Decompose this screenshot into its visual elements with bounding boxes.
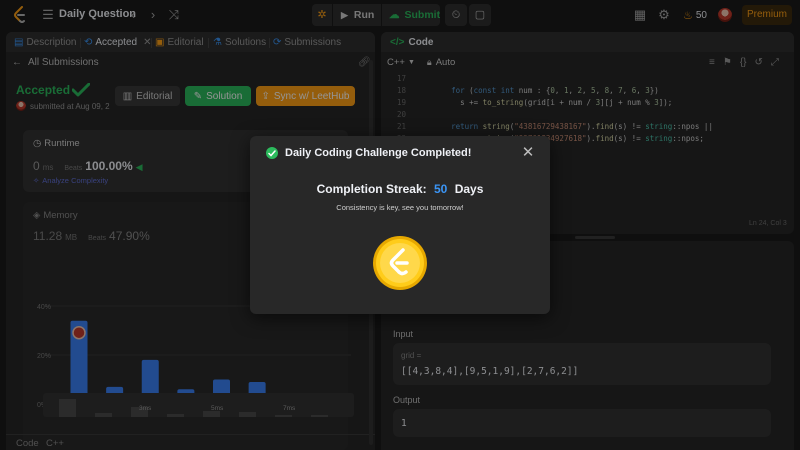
modal-title: Daily Coding Challenge Completed! bbox=[285, 147, 472, 159]
check-circle-icon bbox=[266, 147, 278, 159]
streak-unit: Days bbox=[454, 182, 484, 196]
leetcode-coin-icon bbox=[373, 236, 427, 290]
close-icon[interactable]: ✕ bbox=[521, 145, 535, 160]
modal-subtitle: Consistency is key, see you tomorrow! bbox=[336, 203, 464, 212]
modal-header: Daily Coding Challenge Completed! bbox=[266, 147, 471, 159]
daily-challenge-modal: Daily Coding Challenge Completed! ✕ Comp… bbox=[250, 136, 550, 314]
streak-value: 50 bbox=[433, 182, 448, 196]
completion-streak: Completion Streak: 50 Days bbox=[250, 182, 550, 196]
streak-label: Completion Streak: bbox=[316, 182, 427, 196]
